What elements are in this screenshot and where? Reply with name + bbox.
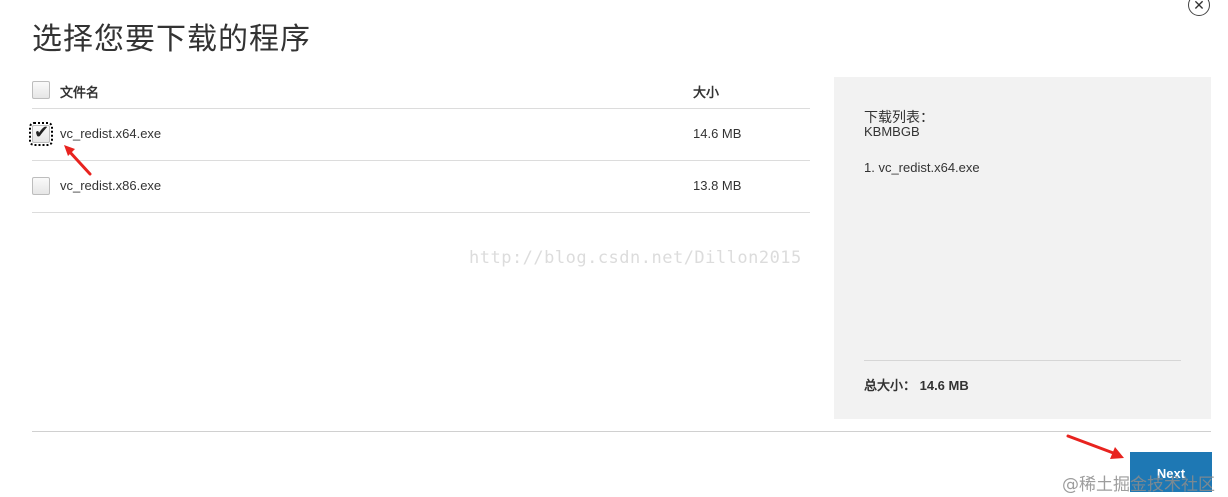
table-row[interactable]: vc_redist.x86.exe 13.8 MB	[32, 161, 810, 213]
file-name: vc_redist.x64.exe	[60, 126, 162, 141]
checkmark-icon: ✔	[34, 122, 50, 142]
red-arrow-icon	[1066, 434, 1124, 459]
footer-divider	[32, 431, 1211, 432]
select-all-checkbox[interactable]	[32, 81, 50, 99]
file-table: 文件名 大小 ✔ vc_redist.x64.exe 14.6 MB vc_re…	[29, 72, 810, 213]
close-button[interactable]: ✕	[1188, 0, 1210, 16]
summary-divider	[864, 360, 1181, 361]
column-header-filename: 文件名	[60, 85, 100, 100]
summary-code: KBMBGB	[864, 124, 920, 139]
column-header-size: 大小	[693, 85, 720, 100]
row-checkbox-x86[interactable]	[32, 177, 50, 195]
table-header: 文件名 大小	[32, 72, 810, 109]
file-name: vc_redist.x86.exe	[60, 178, 162, 193]
row-checkbox-x64[interactable]: ✔	[29, 122, 53, 146]
summary-total-size: 总大小： 14.6 MB	[864, 378, 969, 393]
watermark-text: http://blog.csdn.net/Dillon2015	[469, 248, 802, 268]
close-icon: ✕	[1193, 0, 1205, 13]
table-row[interactable]: ✔ vc_redist.x64.exe 14.6 MB	[29, 109, 810, 161]
summary-list-item: 1. vc_redist.x64.exe	[864, 160, 980, 175]
page-title: 选择您要下载的程序	[32, 22, 311, 57]
file-size: 13.8 MB	[693, 178, 742, 193]
download-summary-panel: 下载列表： KBMBGB 1. vc_redist.x64.exe 总大小： 1…	[834, 77, 1211, 419]
corner-watermark: @稀土掘金技术社区	[1062, 475, 1215, 495]
file-size: 14.6 MB	[693, 126, 742, 141]
